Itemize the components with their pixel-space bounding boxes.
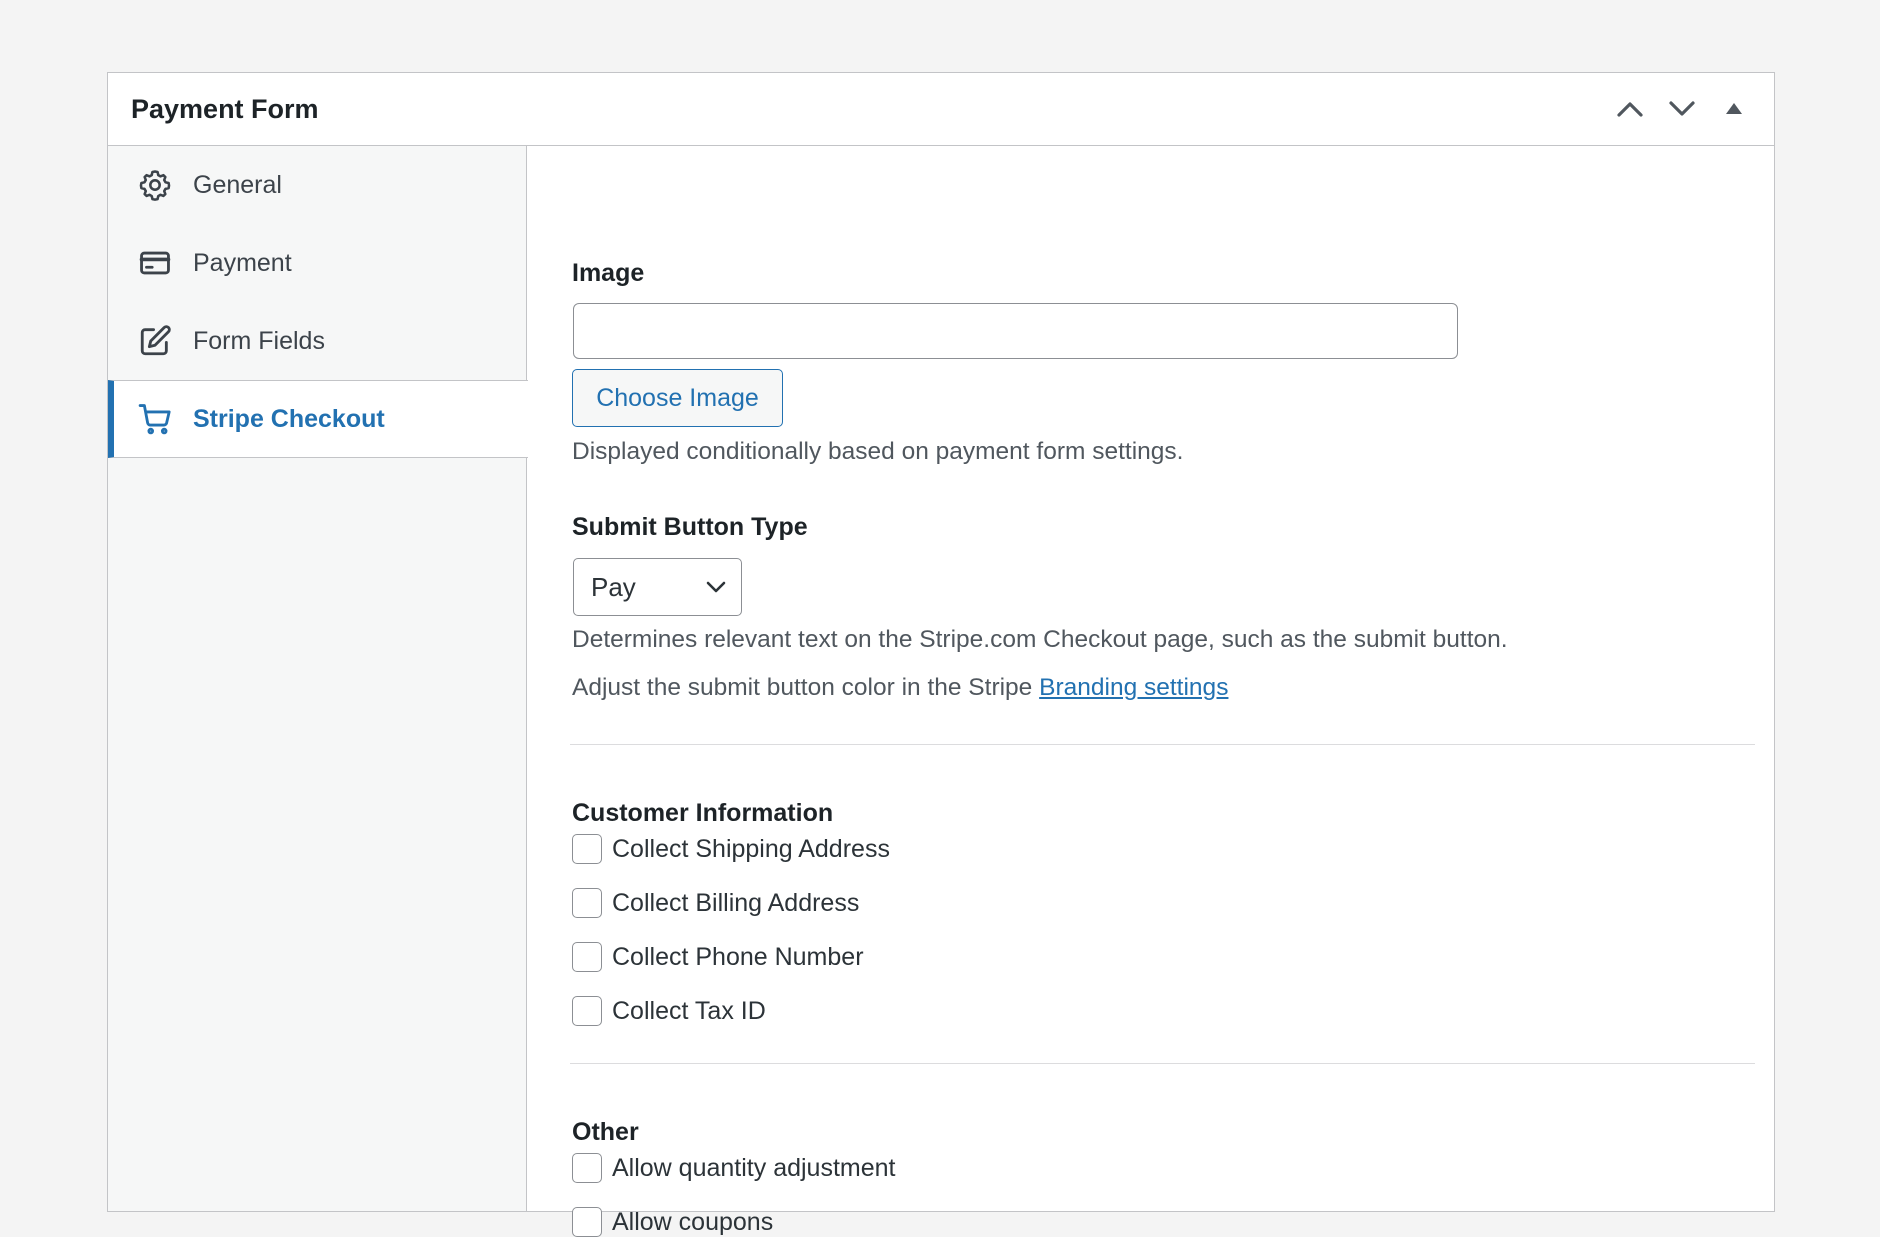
checkbox-label: Allow coupons xyxy=(612,1207,774,1236)
collect-phone-number-option[interactable]: Collect Phone Number xyxy=(572,942,864,972)
sidebar-item-label: Stripe Checkout xyxy=(193,404,385,433)
settings-sidebar: General Payment Form Fields Stripe Check… xyxy=(108,146,528,1211)
allow-quantity-adjustment-option[interactable]: Allow quantity adjustment xyxy=(572,1153,895,1183)
submit-type-description: Determines relevant text on the Stripe.c… xyxy=(572,626,1508,653)
move-up-button[interactable] xyxy=(1612,91,1648,127)
gear-icon xyxy=(137,167,173,203)
submit-button-type-select[interactable]: Pay xyxy=(573,558,742,616)
image-label: Image xyxy=(572,259,645,287)
collect-tax-id-option[interactable]: Collect Tax ID xyxy=(572,996,766,1026)
collect-shipping-address-checkbox[interactable] xyxy=(572,834,602,864)
cart-icon xyxy=(137,401,173,437)
submit-button-type-label: Submit Button Type xyxy=(572,513,808,541)
checkbox-label: Allow quantity adjustment xyxy=(612,1153,896,1182)
section-divider xyxy=(570,1063,1755,1064)
branding-description: Adjust the submit button color in the St… xyxy=(572,674,1228,702)
payment-form-panel: Payment Form General Payment Form Fields… xyxy=(107,72,1775,1237)
collect-billing-address-checkbox[interactable] xyxy=(572,888,602,918)
sidebar-item-form-fields[interactable]: Form Fields xyxy=(108,302,526,380)
sidebar-item-stripe-checkout[interactable]: Stripe Checkout xyxy=(108,380,528,458)
collect-phone-number-checkbox[interactable] xyxy=(572,942,602,972)
sidebar-item-label: General xyxy=(193,170,282,199)
customer-information-heading: Customer Information xyxy=(572,799,834,827)
allow-coupons-checkbox[interactable] xyxy=(572,1207,602,1237)
section-divider xyxy=(570,744,1755,745)
credit-card-icon xyxy=(137,245,173,281)
select-value: Pay xyxy=(591,571,636,602)
sidebar-item-label: Payment xyxy=(193,248,292,277)
settings-content: Image Choose Image Displayed conditional… xyxy=(563,146,1755,1237)
choose-image-button[interactable]: Choose Image xyxy=(572,369,783,427)
chevron-up-icon xyxy=(1617,102,1643,117)
chevron-down-icon xyxy=(1669,101,1695,116)
edit-icon xyxy=(137,323,173,359)
branding-prefix: Adjust the submit button color in the St… xyxy=(572,674,1040,701)
panel-header-controls xyxy=(1612,91,1752,127)
sidebar-item-label: Form Fields xyxy=(193,326,325,355)
checkbox-label: Collect Billing Address xyxy=(612,888,860,917)
image-url-input[interactable] xyxy=(573,303,1458,359)
allow-coupons-option[interactable]: Allow coupons xyxy=(572,1207,773,1237)
sidebar-item-payment[interactable]: Payment xyxy=(108,224,526,302)
allow-quantity-adjustment-checkbox[interactable] xyxy=(572,1153,602,1183)
collect-shipping-address-option[interactable]: Collect Shipping Address xyxy=(572,834,890,864)
collect-billing-address-option[interactable]: Collect Billing Address xyxy=(572,888,859,918)
move-down-button[interactable] xyxy=(1664,91,1700,127)
branding-settings-link[interactable]: Branding settings xyxy=(1039,674,1228,701)
collect-tax-id-checkbox[interactable] xyxy=(572,996,602,1026)
checkbox-label: Collect Shipping Address xyxy=(612,834,890,863)
checkbox-label: Collect Tax ID xyxy=(612,996,766,1025)
triangle-up-icon xyxy=(1726,103,1742,114)
toggle-panel-button[interactable] xyxy=(1716,91,1752,127)
chevron-down-icon xyxy=(706,581,726,593)
image-description: Displayed conditionally based on payment… xyxy=(572,438,1184,465)
other-heading: Other xyxy=(572,1118,639,1146)
panel-title: Payment Form xyxy=(131,93,319,124)
panel-header: Payment Form xyxy=(108,73,1774,146)
checkbox-label: Collect Phone Number xyxy=(612,942,864,971)
panel-body: General Payment Form Fields Stripe Check… xyxy=(108,146,1774,1237)
sidebar-item-general[interactable]: General xyxy=(108,146,526,224)
